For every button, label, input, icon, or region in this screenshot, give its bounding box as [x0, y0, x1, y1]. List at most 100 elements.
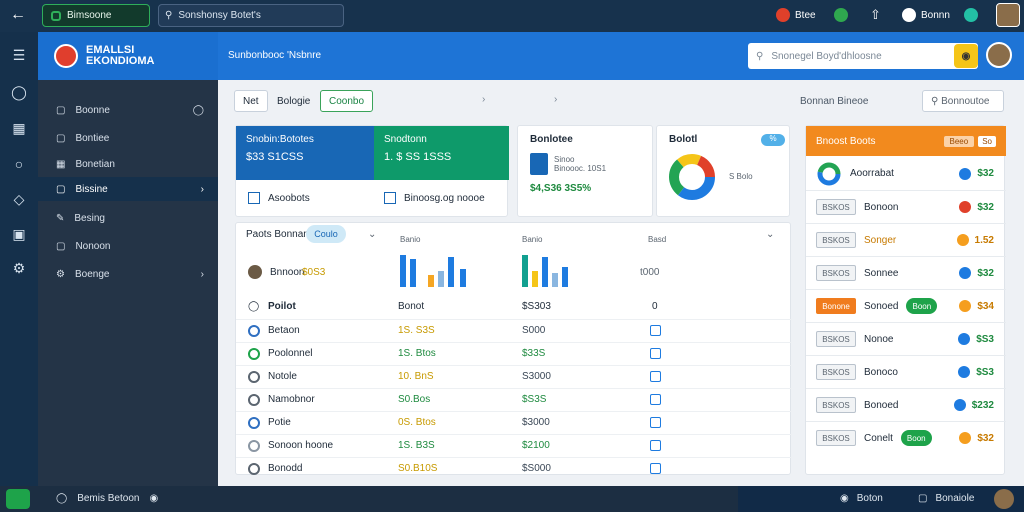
chat-icon[interactable] — [6, 489, 30, 509]
right-row-value: $34 — [977, 300, 994, 312]
tab-coonbo[interactable]: Coonbo — [320, 90, 374, 112]
row-checkbox-icon[interactable] — [650, 371, 661, 382]
sidebar-item[interactable]: ▦ Bonetian — [38, 152, 218, 176]
sidebar-item[interactable]: ▢ Boonne ◯ — [38, 98, 218, 122]
account-item[interactable]: Bonnn — [902, 8, 950, 22]
right-panel-row[interactable]: BSKOS Sonnee $32 — [806, 256, 1006, 289]
row-chip[interactable]: Bonone — [816, 298, 856, 314]
tab-bologie[interactable]: Bologie — [268, 90, 319, 112]
bar — [400, 255, 406, 287]
sidebar-item[interactable]: ▢ Bontiee — [38, 126, 218, 150]
status-icon[interactable] — [834, 8, 848, 22]
row-checkbox-icon[interactable] — [650, 394, 661, 405]
row-value: S0.Bos — [398, 394, 431, 405]
gear-icon[interactable]: ⚙ — [9, 258, 29, 278]
brand-line-2: EKONDIOMA — [86, 55, 155, 67]
header-search-input[interactable]: ⚲ Snonegel Boyd'dhloosne ◉ — [748, 43, 978, 69]
row-checkbox-icon[interactable] — [650, 348, 661, 359]
chevron-icon[interactable]: › — [554, 94, 557, 105]
row-checkbox-icon[interactable] — [650, 440, 661, 451]
chevron-down-icon[interactable]: ⌄ — [766, 229, 774, 240]
sidebar-item[interactable]: ▢ Nonoon — [38, 234, 218, 258]
row-chip[interactable]: BSKOS — [816, 397, 856, 413]
top-search-input[interactable]: ⚲ Sonshonsy Botet's — [158, 4, 344, 27]
status-dot-icon — [956, 234, 969, 246]
row-checkbox-icon[interactable] — [650, 463, 661, 474]
table-header-row: ◯ Poilot Bonot $S303 0 — [248, 301, 658, 312]
row-chip[interactable]: BSKOS — [816, 430, 856, 446]
chevron-icon[interactable]: › — [482, 94, 485, 105]
user-avatar[interactable] — [986, 42, 1012, 68]
table-row[interactable]: Poolonnel 1S. Btos $33S — [236, 342, 792, 365]
compass-icon[interactable]: ◯ — [9, 82, 29, 102]
right-panel-row[interactable]: Aoorrabat $32 — [806, 157, 1006, 190]
right-panel-row[interactable]: BSKOS Bonoco $S3 — [806, 355, 1006, 388]
bottom-item[interactable]: ▢ Bonaiole — [918, 493, 974, 504]
right-panel-row[interactable]: Bonone Sonoed Boon $34 — [806, 289, 1006, 322]
account-label: Bonnn — [921, 9, 950, 21]
right-row-name: Sonoed — [864, 300, 899, 312]
right-row-value: $32 — [977, 432, 994, 444]
kpi3-badge[interactable]: % — [761, 134, 785, 146]
filter-search-value: Bonnoutoe — [941, 95, 990, 107]
row-chip[interactable]: BSKOS — [816, 364, 856, 380]
tab-net[interactable]: Net — [234, 90, 268, 112]
bottom-item[interactable]: ◉ Boton — [840, 493, 883, 504]
table-row[interactable]: Potie 0S. Btos $3000 — [236, 411, 792, 434]
home-button[interactable]: Bimsoone — [42, 4, 150, 27]
alert-icon — [776, 8, 790, 22]
bottom-left-label[interactable]: Bemis Betoon — [77, 493, 139, 504]
right-panel-row[interactable]: BSKOS Nonoe $S3 — [806, 322, 1006, 355]
row-chip[interactable]: BSKOS — [816, 265, 856, 281]
right-panel-row[interactable]: BSKOS Bonoon $32 — [806, 190, 1006, 223]
right-row-value: $232 — [971, 399, 994, 411]
table-row[interactable]: Bonodd S0.B10S $S000 — [236, 457, 792, 480]
brand[interactable]: EMALLSI EKONDIOMA — [38, 32, 218, 80]
table-row[interactable]: Betaon 1S. S3S S000 — [236, 319, 792, 342]
arrow-left-icon[interactable]: ← — [10, 6, 26, 24]
right-panel-row[interactable]: BSKOS Conelt Boon $32 — [806, 421, 1006, 454]
row-pill[interactable]: Boon — [906, 298, 938, 314]
row-checkbox-icon[interactable] — [650, 325, 661, 336]
page-header: Sunbonbooc 'Nsbnre ⚲ Snonegel Boyd'dhloo… — [218, 32, 1024, 80]
table-row[interactable]: Sonoon hoone 1S. B3S $2100 — [236, 434, 792, 457]
filter-search-input[interactable]: ⚲ Bonnoutoe — [922, 90, 1004, 112]
tag-icon[interactable]: ◇ — [9, 189, 29, 209]
notification-bell-icon[interactable]: ◉ — [954, 44, 978, 68]
table-bubble[interactable]: Coulo — [306, 225, 346, 243]
row-pill[interactable]: Boon — [900, 430, 932, 446]
bar — [460, 269, 466, 287]
user-icon: ◉ — [840, 493, 849, 504]
row-chip[interactable]: BSKOS — [816, 232, 856, 248]
right-panel-badge[interactable]: So — [978, 135, 996, 147]
building-icon[interactable]: ▣ — [9, 224, 29, 244]
row-amount: $33S — [522, 348, 546, 359]
upload-icon[interactable]: ⇧ — [870, 7, 881, 23]
sidebar-item[interactable]: ⚙ Boenge › — [38, 262, 218, 286]
avatar[interactable] — [994, 489, 1014, 509]
row-chip[interactable]: BSKOS — [816, 199, 856, 215]
grid-icon[interactable]: ▦ — [9, 118, 29, 138]
sidebar-item-active[interactable]: ▢ Bissine › — [38, 177, 218, 201]
table-row[interactable]: Notole 10. BnS S3000 — [236, 365, 792, 388]
kpi-link-1[interactable]: Asoobots — [248, 192, 310, 204]
settings-icon[interactable] — [964, 8, 978, 22]
right-panel-row[interactable]: BSKOS Songer 1.52 — [806, 223, 1006, 256]
right-panel-row[interactable]: BSKOS Bonoed $232 — [806, 388, 1006, 421]
right-panel-badge[interactable]: Beeo — [943, 135, 975, 147]
chevron-down-icon[interactable]: ⌄ — [368, 229, 376, 240]
kpi-right-title: Snodtonn — [384, 134, 427, 145]
row-name: Sonoon hoone — [268, 440, 334, 451]
notification-item[interactable]: Btee — [776, 8, 816, 22]
row-chip[interactable]: BSKOS — [816, 331, 856, 347]
circle-icon[interactable]: ○ — [9, 154, 29, 174]
sidebar-item[interactable]: ✎ Besing — [38, 206, 218, 230]
kpi-link-2[interactable]: Binoosg.og noooe — [384, 192, 485, 204]
table-row[interactable]: Namobnor S0.Bos $S3S — [236, 388, 792, 411]
menu-icon[interactable]: ☰ — [9, 45, 29, 65]
brand-logo-icon — [54, 44, 78, 68]
row-avatar-icon — [248, 440, 260, 452]
mini-donut-icon — [817, 162, 841, 185]
avatar[interactable] — [996, 3, 1020, 27]
row-checkbox-icon[interactable] — [650, 417, 661, 428]
